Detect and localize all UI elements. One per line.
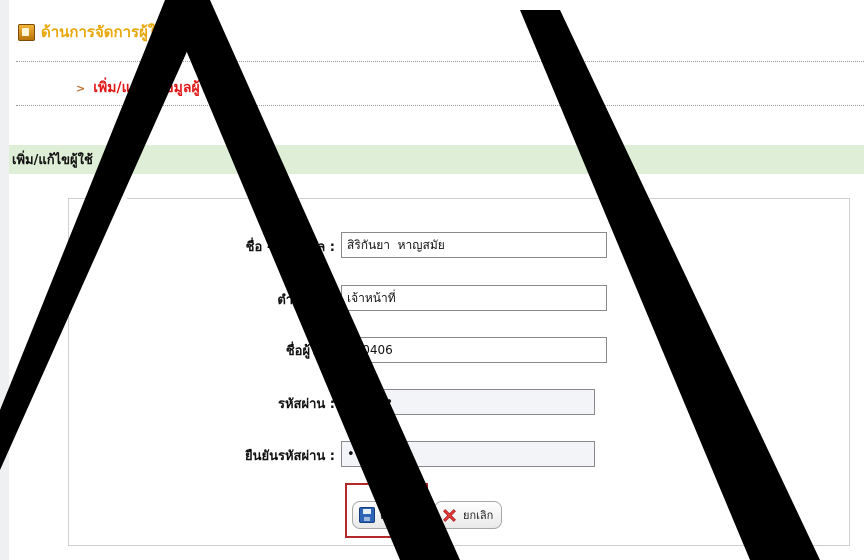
save-button[interactable]: ตกลง	[352, 501, 420, 529]
confirm-password-label: ยืนยันรหัสผ่าน :	[244, 449, 335, 464]
save-button-label: ตกลง	[380, 509, 406, 522]
breadcrumb-arrow-icon: >	[76, 81, 86, 95]
top-divider	[16, 61, 864, 62]
bottom-divider	[16, 105, 864, 106]
left-edge-strip	[0, 0, 9, 560]
cancel-button[interactable]: ยกเลิก	[434, 501, 502, 529]
red-x-icon	[443, 508, 456, 522]
section-header: เพิ่ม/แก้ไขผู้ใช้	[9, 145, 864, 174]
confirm-password-input[interactable]	[341, 441, 595, 467]
position-label: ตำแหน่ง :	[277, 293, 335, 308]
password-label: รหัสผ่าน :	[277, 397, 335, 412]
position-input[interactable]	[341, 285, 607, 311]
breadcrumb: > เพิ่ม/แก้ไขข้อมูลผู้ใช้	[76, 78, 216, 98]
floppy-disk-icon	[359, 507, 375, 523]
cancel-button-label: ยกเลิก	[463, 509, 494, 522]
breadcrumb-text: เพิ่ม/แก้ไขข้อมูลผู้ใช้	[93, 80, 217, 96]
book-icon	[18, 23, 35, 41]
fullname-input[interactable]	[341, 232, 607, 258]
section-title: เพิ่ม/แก้ไขผู้ใช้	[12, 153, 93, 168]
password-input[interactable]	[341, 389, 595, 415]
user-legend: User	[93, 191, 123, 206]
page-title: ด้านการจัดการผู้ใช้	[18, 20, 165, 44]
username-label: ชื่อผู้ใช้ :	[285, 344, 335, 359]
fullname-label: ชื่อ - นามสกุล :	[245, 240, 335, 255]
username-input[interactable]	[341, 337, 607, 363]
page-title-text: ด้านการจัดการผู้ใช้	[41, 23, 166, 41]
